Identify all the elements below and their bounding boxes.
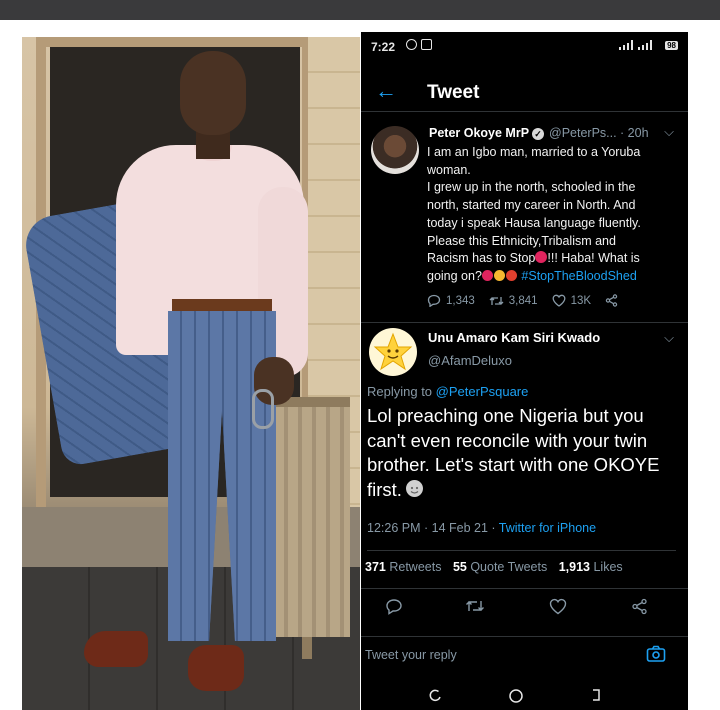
avatar[interactable] bbox=[371, 126, 419, 174]
android-nav-bar bbox=[361, 682, 688, 710]
top-border bbox=[0, 0, 720, 20]
retweet-icon bbox=[466, 601, 484, 611]
hashtag-link[interactable]: #StopTheBloodShed bbox=[521, 269, 636, 283]
tweet-line: woman. bbox=[427, 162, 471, 177]
home-nav-icon[interactable] bbox=[508, 688, 524, 709]
retweet-button[interactable]: 3,841 bbox=[489, 294, 538, 307]
stop-sign-emoji bbox=[535, 251, 548, 264]
status-bar: 7:22 98 bbox=[361, 32, 688, 62]
share-icon bbox=[632, 598, 647, 615]
share-button[interactable] bbox=[605, 294, 618, 307]
like-count: 13K bbox=[570, 294, 592, 307]
share-button[interactable] bbox=[631, 598, 648, 620]
status-time: 7:22 bbox=[371, 40, 396, 54]
verified-badge-icon: ✓ bbox=[532, 127, 545, 140]
signal-icon bbox=[619, 40, 652, 50]
tweet-header: ← Tweet bbox=[361, 72, 688, 112]
angry-face-emoji bbox=[505, 269, 517, 281]
man-photo bbox=[22, 37, 360, 710]
recents-nav-icon[interactable] bbox=[429, 688, 443, 707]
divider bbox=[361, 322, 688, 323]
retweets-stat[interactable]: 371 Retweets bbox=[365, 560, 441, 574]
tweet-line: Racism has to Stop!!! Haba! What is bbox=[427, 251, 640, 266]
back-arrow-icon[interactable]: ← bbox=[375, 78, 397, 104]
left-loafer bbox=[84, 631, 148, 667]
retweet-count: 3,841 bbox=[508, 294, 538, 307]
chevron-down-icon[interactable]: ⌵ bbox=[664, 330, 674, 346]
reply-tweet-actions bbox=[361, 598, 688, 628]
battery-icon: 98 bbox=[665, 41, 678, 50]
tweet-line: Please this Ethnicity,Tribalism and bbox=[427, 233, 616, 248]
retweet-button[interactable] bbox=[465, 598, 485, 619]
quotes-stat[interactable]: 55 Quote Tweets bbox=[453, 560, 547, 574]
instagram-icon bbox=[406, 39, 417, 50]
tweet-line: I am an Igbo man, married to a Yoruba bbox=[427, 145, 641, 159]
parent-tweet-actions: 1,343 3,841 13K bbox=[427, 294, 677, 307]
notification-icon bbox=[421, 39, 432, 50]
divider bbox=[361, 588, 688, 589]
replying-label: Replying to bbox=[367, 384, 433, 399]
author-name[interactable]: Unu Amaro Kam Siri Kwado bbox=[428, 330, 600, 345]
reply-icon bbox=[386, 599, 402, 615]
reply-count: 1,343 bbox=[446, 294, 475, 307]
source-link[interactable]: Twitter for iPhone bbox=[499, 521, 596, 535]
retweet-icon bbox=[489, 296, 504, 305]
tweet-line: going on? #StopTheBloodShed bbox=[427, 268, 637, 283]
phone-screenshot: 7:22 98 ← Tweet Peter Okoye MrP ✓ @PeterP… bbox=[361, 32, 688, 710]
likes-stat[interactable]: 1,913 Likes bbox=[559, 560, 623, 574]
tweet-line: I grew up in the north, schooled in the bbox=[427, 180, 636, 195]
head bbox=[180, 51, 246, 135]
sunglasses bbox=[252, 389, 274, 429]
author-name[interactable]: Peter Okoye MrP ✓ bbox=[429, 126, 545, 140]
replying-to-link[interactable]: @PeterPsquare bbox=[436, 384, 529, 399]
reply-text: Lol preaching one Nigeria but you can't … bbox=[367, 404, 683, 502]
smiley-emoji bbox=[405, 479, 423, 497]
timestamp: 12:26 PM · 14 Feb 21 · bbox=[367, 521, 496, 535]
chevron-down-icon[interactable]: ⌵ bbox=[664, 124, 674, 140]
tweet-meta: 12:26 PM · 14 Feb 21 · Twitter for iPhon… bbox=[367, 521, 596, 535]
tweet-text: I am an Igbo man, married to a Yoruba wo… bbox=[427, 144, 677, 286]
like-button[interactable] bbox=[549, 598, 567, 620]
like-icon bbox=[549, 598, 567, 615]
reply-icon bbox=[427, 294, 441, 307]
page-title: Tweet bbox=[427, 82, 480, 103]
avatar[interactable] bbox=[369, 328, 417, 376]
engagement-stats: 371 Retweets 55 Quote Tweets 1,913 Likes bbox=[365, 560, 623, 574]
reply-button[interactable] bbox=[385, 598, 403, 620]
like-icon bbox=[552, 294, 566, 307]
like-button[interactable]: 13K bbox=[552, 294, 591, 307]
broken-heart-emoji bbox=[481, 269, 493, 281]
divider bbox=[367, 550, 676, 551]
tweet-line: today i speak Hausa language fluently. bbox=[427, 215, 641, 230]
camera-icon[interactable] bbox=[646, 645, 666, 668]
bench-leg bbox=[302, 637, 312, 659]
tweet-line: north, started my career in North. And bbox=[427, 198, 636, 213]
reply-composer[interactable]: Tweet your reply bbox=[361, 636, 688, 672]
star-emoji-avatar bbox=[373, 332, 413, 371]
share-icon bbox=[605, 294, 618, 307]
reply-input[interactable]: Tweet your reply bbox=[365, 648, 457, 662]
belt bbox=[172, 299, 272, 313]
reply-button[interactable]: 1,343 bbox=[427, 294, 475, 307]
author-handle[interactable]: @AfamDeluxo bbox=[428, 353, 512, 368]
sad-face-emoji bbox=[493, 269, 505, 281]
back-nav-icon[interactable] bbox=[589, 688, 603, 707]
author-handle-time: @PeterPs... · 20h bbox=[549, 126, 649, 140]
replying-to: Replying to @PeterPsquare bbox=[367, 384, 528, 399]
right-loafer bbox=[188, 645, 244, 691]
